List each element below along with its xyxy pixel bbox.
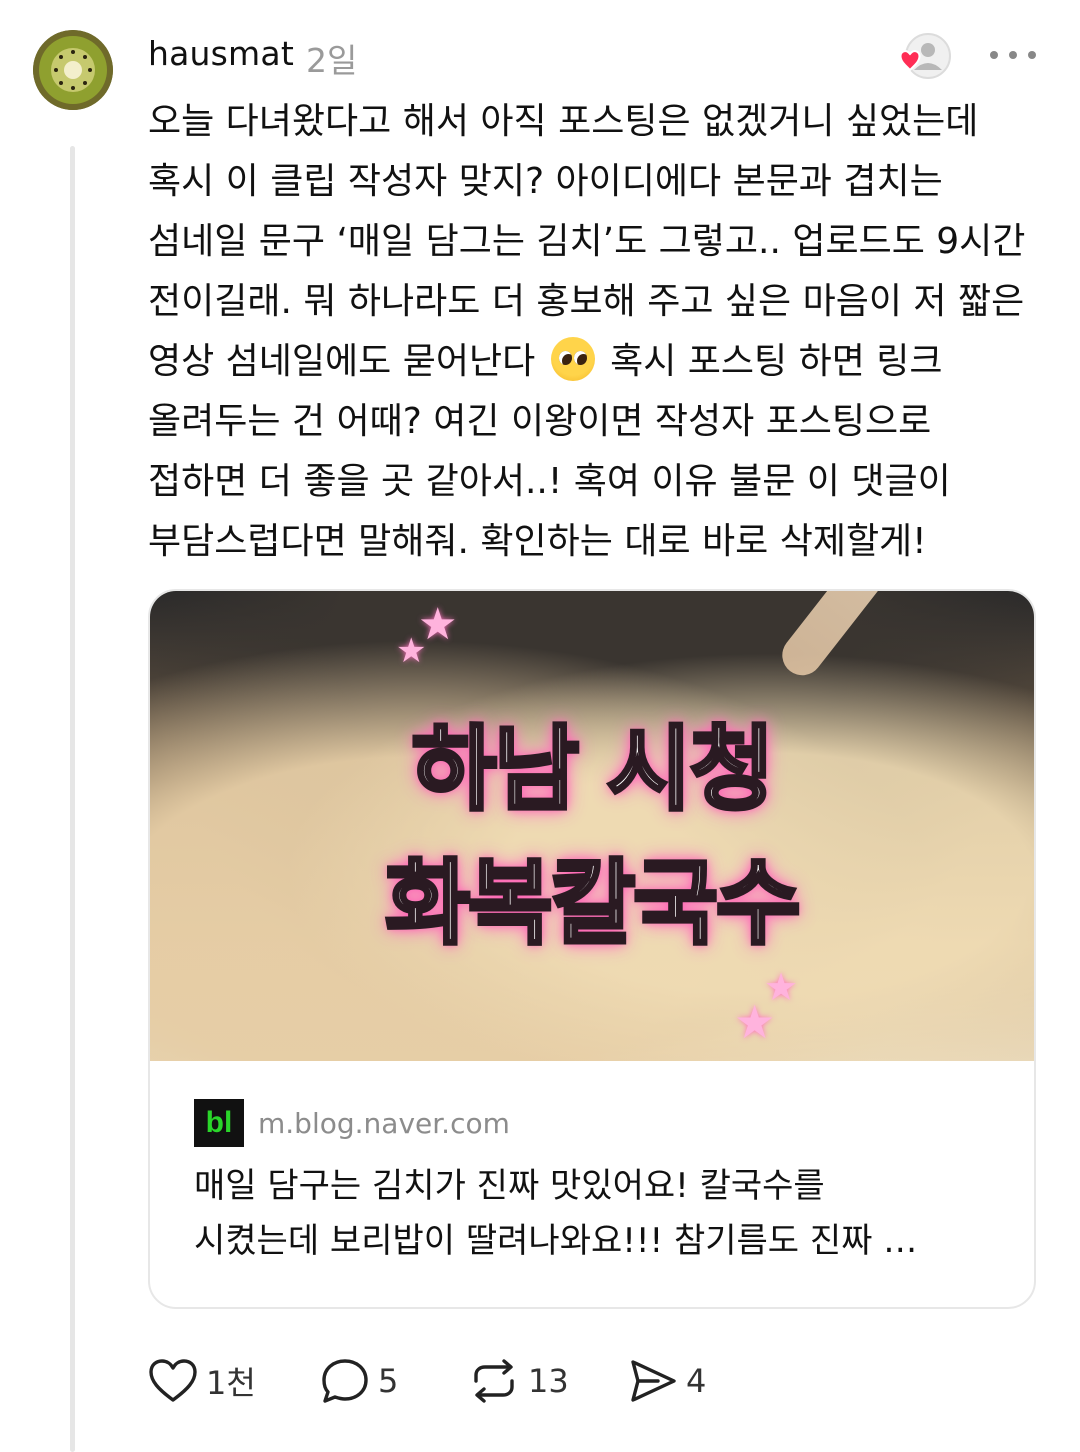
more-options-button[interactable] [990, 38, 1036, 72]
repost-button[interactable]: 13 [468, 1357, 628, 1405]
star-decoration-icon: ★ [396, 631, 427, 671]
post-text-line-with-emoji: 영상 섬네일에도 묻어난다 혹시 포스팅 하면 링크 [148, 332, 1048, 392]
link-domain: m.blog.naver.com [258, 1106, 510, 1140]
post-text-line: 접하면 더 좋을 곳 같아서..! 혹여 이유 불문 이 댓글이 [148, 461, 951, 502]
share-button[interactable]: 4 [628, 1357, 738, 1405]
link-description-line: 시켰는데 보리밥이 딸려나와요!!! 참기름도 진짜 … [194, 1221, 918, 1261]
heart-icon [149, 1359, 197, 1402]
link-preview-card[interactable]: ★ ★ ★ ★ 하남 시청 화복칼국수 bl m.blog.naver.com … [148, 589, 1036, 1309]
send-icon [631, 1360, 676, 1402]
liked-by-author-indicator[interactable] [896, 32, 952, 84]
avatar[interactable] [33, 30, 113, 110]
post-text-line: 혹시 이 클립 작성자 맞지? 아이디에다 본문과 겹치는 [148, 161, 943, 202]
naver-blog-logo: bl [194, 1099, 244, 1147]
like-count: 1천 [206, 1364, 256, 1402]
link-thumbnail: ★ ★ ★ ★ 하남 시청 화복칼국수 [150, 591, 1034, 1061]
pleading-face-emoji [550, 337, 595, 381]
like-button[interactable]: 1천 [148, 1358, 320, 1404]
post-body: 오늘 다녀왔다고 해서 아직 포스팅은 없겠거니 싶었는데 혹시 이 클립 작성… [148, 92, 1048, 572]
reply-count: 5 [378, 1362, 399, 1400]
post-text-segment: 혹시 포스팅 하면 링크 [610, 341, 943, 382]
post-text-segment: 영상 섬네일에도 묻어난다 [148, 341, 536, 382]
post-text-line: 섬네일 문구 ‘매일 담그는 김치’도 그렇고.. 업로드도 9시간 [148, 221, 1026, 262]
thread-line [70, 146, 75, 1452]
kiwi-avatar-image [33, 30, 113, 110]
post-text-line: 올려두는 건 어때? 여긴 이왕이면 작성자 포스팅으로 [148, 401, 932, 442]
reply-bubble-icon [322, 1359, 368, 1403]
thumbnail-caption: 하남 시청 [410, 714, 777, 825]
star-decoration-icon: ★ [734, 995, 776, 1049]
repost-icon [474, 1359, 514, 1403]
link-description-line: 매일 담구는 김치가 진짜 맛있어요! 칼국수를 [194, 1166, 825, 1206]
post-text-line: 전이길래. 뭐 하나라도 더 홍보해 주고 싶은 마음이 저 짧은 [148, 281, 1025, 322]
post-text-line: 오늘 다녀왔다고 해서 아직 포스팅은 없겠거니 싶었는데 [148, 101, 979, 142]
username[interactable]: hausmat [148, 34, 294, 73]
action-bar: 1천 5 13 4 [148, 1355, 738, 1407]
more-dot-icon [990, 51, 998, 59]
share-count: 4 [686, 1362, 707, 1400]
post-text-line: 부담스럽다면 말해줘. 확인하는 대로 바로 삭제할게! [148, 521, 927, 562]
more-dot-icon [1028, 51, 1036, 59]
timestamp: 2일 [306, 41, 358, 80]
link-description: 매일 담구는 김치가 진짜 맛있어요! 칼국수를 시켰는데 보리밥이 딸려나와요… [194, 1159, 994, 1269]
reply-button[interactable]: 5 [320, 1357, 468, 1405]
more-dot-icon [1009, 51, 1017, 59]
spoon-image [774, 591, 966, 684]
thumbnail-caption: 화복칼국수 [383, 848, 802, 959]
link-source: bl m.blog.naver.com [194, 1099, 510, 1147]
repost-count: 13 [528, 1362, 569, 1400]
